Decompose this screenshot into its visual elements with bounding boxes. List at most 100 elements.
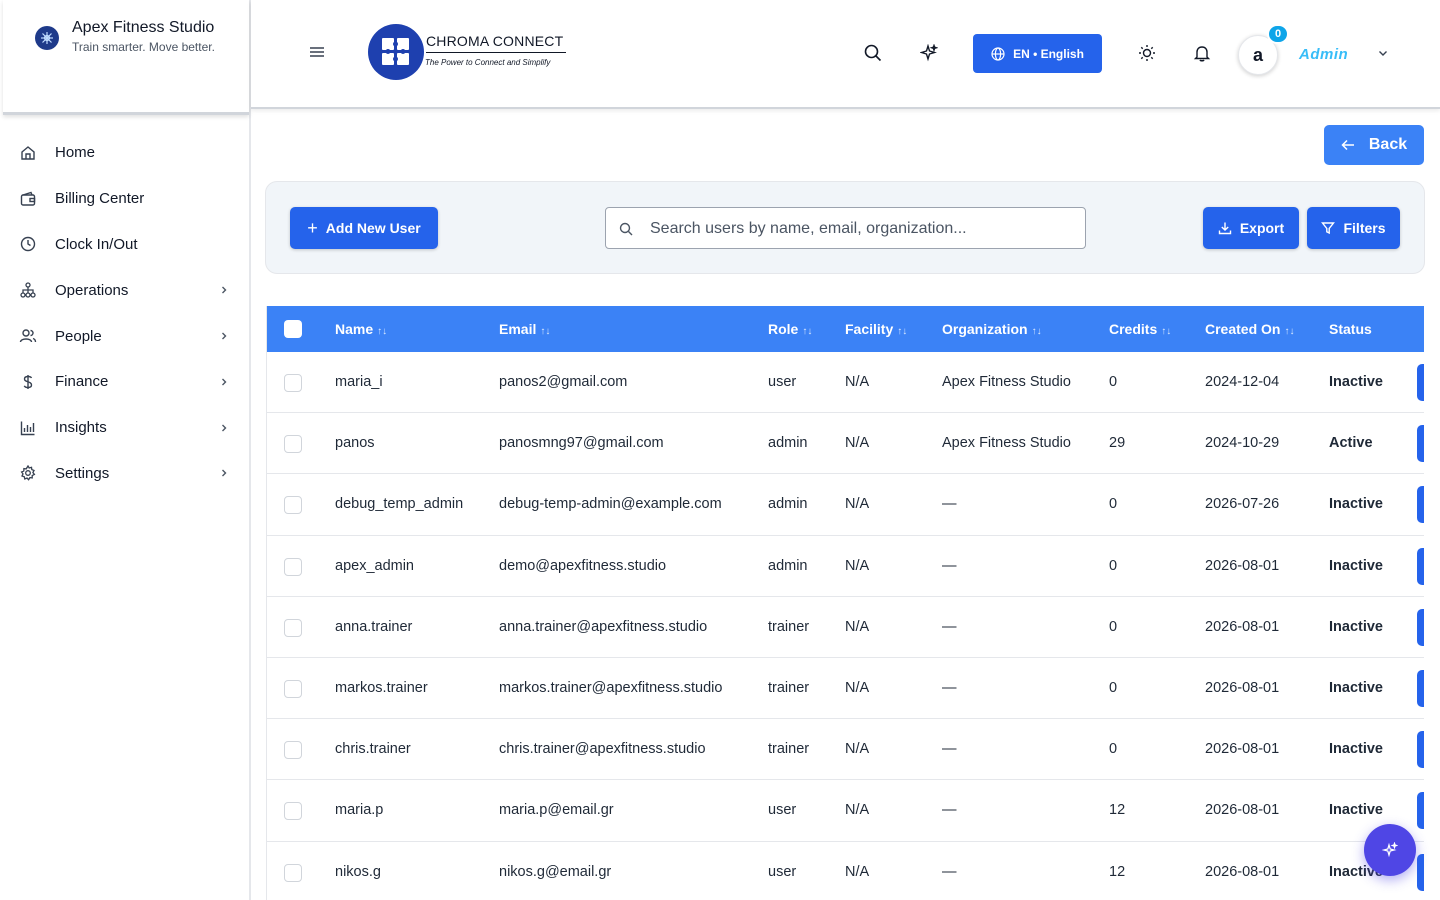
row-checkbox[interactable] [284, 863, 302, 882]
logo-title: CHROMA CONNECT [426, 33, 564, 49]
row-checkbox[interactable] [284, 557, 302, 576]
column-header-credits[interactable]: Credits ↑↓ [1109, 321, 1171, 337]
add-user-button[interactable]: + Add New User [290, 207, 438, 249]
back-button[interactable]: Back [1324, 125, 1424, 165]
top-header: CHROMA CONNECT The Power to Connect and … [251, 0, 1440, 109]
cell-created-on: 2026-08-01 [1205, 802, 1280, 819]
column-header-email[interactable]: Email ↑↓ [499, 321, 550, 337]
row-action-button[interactable] [1417, 670, 1424, 707]
export-button[interactable]: Export [1203, 207, 1299, 249]
row-checkbox[interactable] [284, 435, 302, 454]
chevron-right-icon [222, 286, 227, 294]
row-action-button[interactable] [1417, 792, 1424, 830]
cell-role: admin [768, 557, 808, 574]
cell-created-on: 2024-12-04 [1205, 374, 1280, 390]
cell-facility: N/A [845, 863, 870, 880]
row-action-button[interactable] [1417, 608, 1424, 646]
row-action-button[interactable] [1417, 425, 1424, 463]
cell-facility: N/A [845, 496, 870, 513]
cell-facility: N/A [845, 435, 870, 452]
language-button[interactable]: EN • English [973, 34, 1102, 73]
ai-assistant-button[interactable] [1364, 824, 1416, 876]
sidebar-item-label: Operations [55, 281, 129, 299]
sparkles-icon[interactable] [919, 43, 939, 63]
table-row[interactable]: chris.trainer chris.trainer@apexfitness.s… [267, 719, 1424, 781]
chevron-right-icon [222, 332, 227, 340]
table-row[interactable]: markos.trainer markos.trainer@apexfitness… [267, 658, 1424, 720]
column-header-role[interactable]: Role ↑↓ [768, 321, 812, 337]
language-label: EN • English [1013, 46, 1084, 61]
column-header-organization[interactable]: Organization ↑↓ [942, 321, 1042, 337]
cell-organization: — [942, 557, 957, 574]
search-icon [619, 222, 633, 236]
select-all-checkbox[interactable] [284, 320, 302, 338]
sidebar-item-finance[interactable]: Finance [0, 359, 249, 405]
sidebar-item-label: Finance [55, 373, 109, 391]
table-header: Name ↑↓ Email ↑↓ Role ↑↓ Facility ↑↓ Organiz… [267, 306, 1424, 352]
sidebar-item-clock-in-out[interactable]: Clock In/Out [0, 222, 249, 268]
filters-button[interactable]: Filters [1307, 207, 1400, 249]
cell-facility: N/A [845, 557, 870, 574]
row-checkbox[interactable] [284, 496, 302, 515]
filters-label: Filters [1343, 220, 1386, 236]
cell-status: Inactive [1329, 802, 1383, 819]
sidebar-item-billing-center[interactable]: Billing Center [0, 176, 249, 222]
column-header-created-on[interactable]: Created On ↑↓ [1205, 321, 1294, 337]
cell-role: admin [768, 496, 808, 513]
users-icon [19, 327, 37, 345]
sidebar-item-insights[interactable]: Insights [0, 405, 249, 451]
cell-email: nikos.g@email.gr [499, 863, 612, 880]
users-toolbar: + Add New User Export Filters [265, 181, 1425, 274]
user-name[interactable]: Admin [1299, 46, 1348, 63]
sidebar-item-settings[interactable]: Settings [0, 451, 249, 497]
table-row[interactable]: anna.trainer anna.trainer@apexfitness.stu… [267, 596, 1424, 658]
table-row[interactable]: maria.p maria.p@email.gr user N/A — 12 2026-08… [267, 780, 1424, 842]
row-action-button[interactable] [1417, 364, 1424, 401]
column-header-facility[interactable]: Facility ↑↓ [845, 321, 907, 337]
dollar-icon [19, 373, 37, 391]
cell-credits: 12 [1109, 802, 1126, 819]
column-header-name[interactable]: Name ↑↓ [335, 321, 387, 337]
table-row[interactable]: nikos.g nikos.g@email.gr user N/A — 12 2026-08… [267, 841, 1424, 900]
row-checkbox[interactable] [284, 374, 302, 392]
chevron-down-icon[interactable] [1377, 47, 1389, 59]
cell-name: panos [335, 435, 375, 452]
cell-name: maria.p [335, 802, 384, 819]
cell-role: user [768, 374, 797, 390]
cell-name: debug_temp_admin [335, 496, 464, 513]
search-input[interactable] [650, 218, 1070, 240]
bell-icon[interactable] [1192, 43, 1212, 63]
back-label: Back [1368, 136, 1408, 153]
row-action-button[interactable] [1417, 731, 1424, 769]
table-row[interactable]: maria_i panos2@gmail.com user N/A Apex Fitne… [267, 352, 1424, 414]
sidebar-item-people[interactable]: People [0, 313, 249, 359]
row-checkbox[interactable] [284, 741, 302, 760]
table-row[interactable]: debug_temp_admin debug-temp-admin@example… [267, 474, 1424, 536]
sidebar-item-operations[interactable]: Operations [0, 267, 249, 313]
table-row[interactable]: apex_admin demo@apexfitness.studio admin N/… [267, 535, 1424, 597]
row-checkbox[interactable] [284, 802, 302, 821]
cell-email: anna.trainer@apexfitness.studio [499, 618, 708, 635]
chevron-right-icon [222, 378, 227, 386]
cell-organization: Apex Fitness Studio [942, 374, 1071, 390]
sidebar-item-home[interactable]: Home [0, 130, 249, 176]
cell-facility: N/A [845, 680, 870, 696]
globe-icon [991, 46, 1005, 61]
cell-organization: — [942, 680, 957, 696]
row-checkbox[interactable] [284, 618, 302, 637]
search-icon[interactable] [863, 43, 883, 63]
table-row[interactable]: panos panosmng97@gmail.com admin N/A Apex Fi… [267, 413, 1424, 475]
cell-email: debug-temp-admin@example.com [499, 496, 722, 513]
cell-name: nikos.g [335, 863, 381, 880]
sidebar-item-label: Home [55, 144, 96, 162]
cell-credits: 0 [1109, 741, 1118, 758]
cell-role: trainer [768, 618, 810, 635]
row-action-button[interactable] [1417, 486, 1424, 524]
sun-icon[interactable] [1137, 43, 1157, 63]
cell-organization: — [942, 618, 957, 635]
row-checkbox[interactable] [284, 680, 302, 698]
row-action-button[interactable] [1417, 853, 1424, 891]
row-action-button[interactable] [1417, 547, 1424, 585]
menu-icon[interactable] [309, 44, 325, 60]
cell-organization: — [942, 802, 957, 819]
